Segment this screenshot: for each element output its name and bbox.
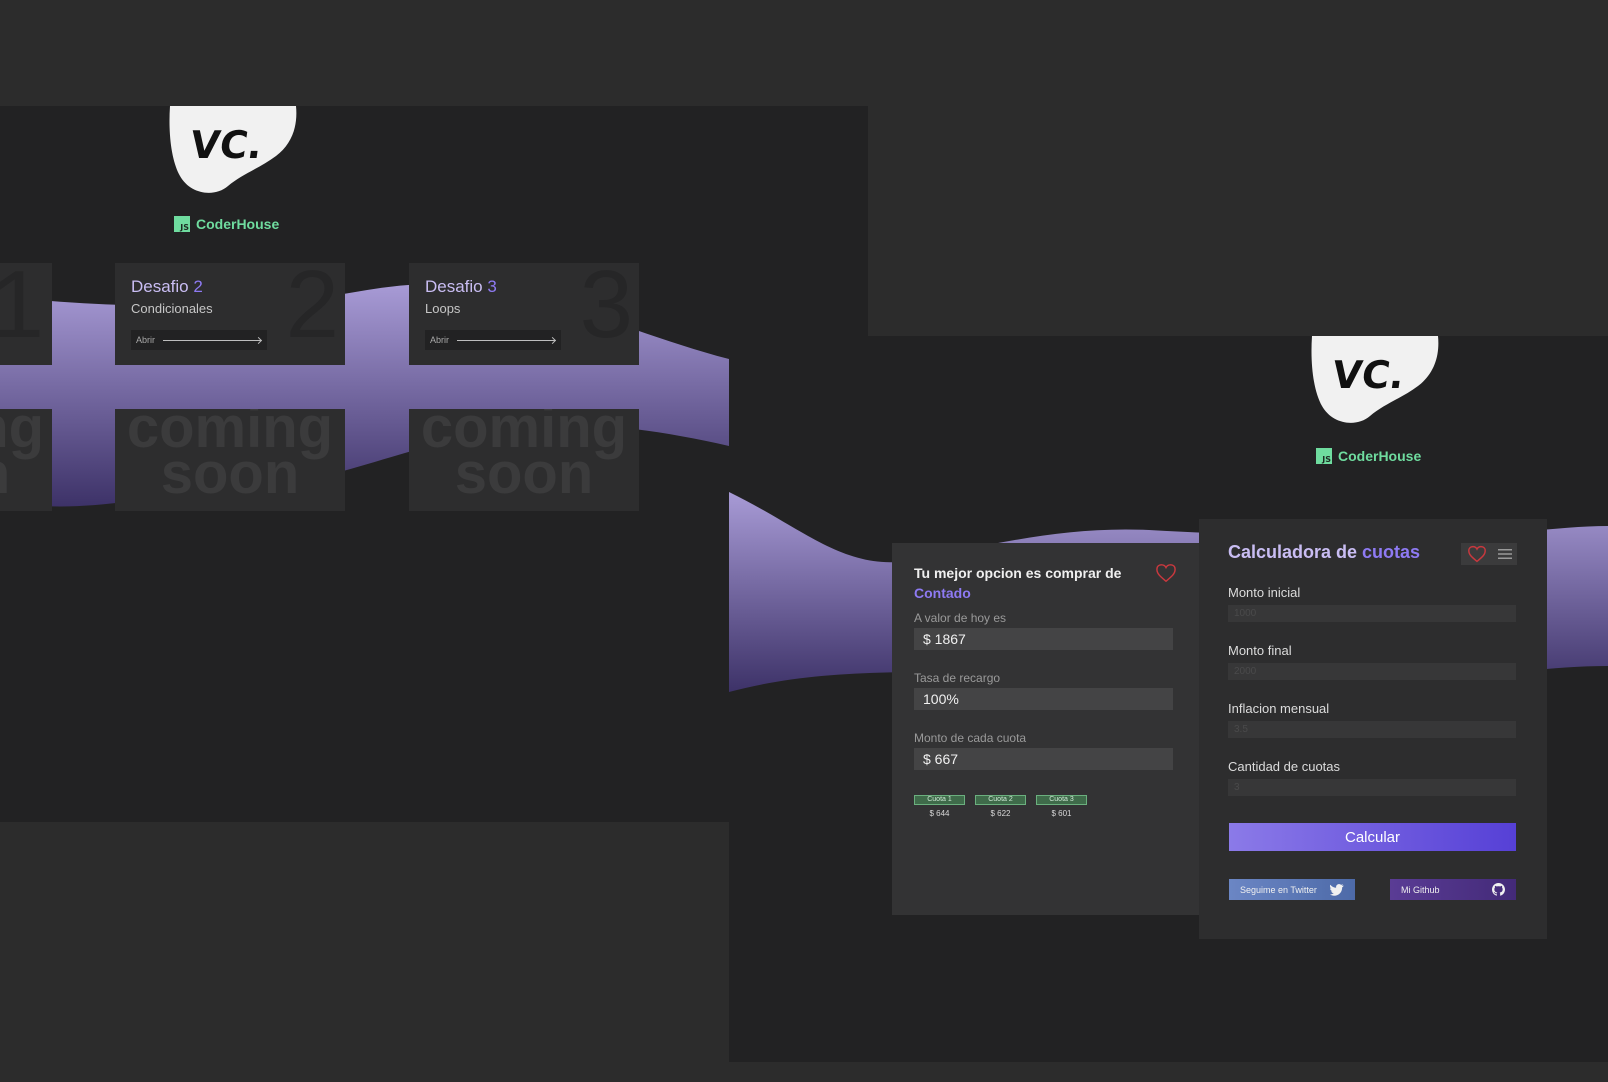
open-button[interactable]: Abrir	[425, 330, 561, 350]
monto-final-label: Monto final	[1228, 643, 1292, 658]
card-number: 1	[0, 263, 44, 358]
heart-icon[interactable]	[1155, 563, 1177, 583]
cuota-field: $ 667	[914, 748, 1173, 770]
monto-final-input[interactable]	[1228, 663, 1516, 680]
desafio-card-3[interactable]: 3 Desafio 3 Loops Abrir	[409, 263, 639, 365]
card-title: Desafio 2	[131, 277, 203, 296]
coming-soon-card: comingsoon	[409, 409, 639, 511]
cuota-item: Cuota 2 $ 622	[975, 795, 1026, 818]
github-icon	[1492, 883, 1505, 896]
monto-inicial-input[interactable]	[1228, 605, 1516, 622]
twitter-button[interactable]: Seguime en Twitter	[1229, 879, 1355, 900]
cuota-label: Monto de cada cuota	[914, 731, 1027, 745]
vc-logo: VC.	[169, 106, 297, 193]
js-icon: JS	[174, 216, 190, 232]
desafio-card-1[interactable]: 1	[0, 263, 52, 365]
js-icon: JS	[1316, 448, 1332, 464]
cuota-item: Cuota 1 $ 644	[914, 795, 965, 818]
calculadora-panel: VC. JS CoderHouse Tu mejor opcion es com…	[729, 336, 1608, 1062]
vc-logo: VC.	[1311, 336, 1439, 423]
coming-soon-card: comingsoon	[0, 409, 52, 511]
inflacion-mensual-input[interactable]	[1228, 721, 1516, 738]
svg-text:VC.: VC.	[187, 124, 265, 168]
arrow-right-icon	[163, 339, 262, 341]
calc-toolbar	[1461, 543, 1517, 565]
card-number: 3	[579, 263, 633, 358]
svg-text:VC.: VC.	[1329, 354, 1407, 398]
github-button[interactable]: Mi Github	[1390, 879, 1516, 900]
calculadora-title: Calculadora de cuotas	[1228, 542, 1421, 562]
coming-soon-card: comingsoon	[115, 409, 345, 511]
open-button[interactable]: Abrir	[131, 330, 267, 350]
valor-label: A valor de hoy es	[914, 611, 1007, 625]
coderhouse-brand: JS CoderHouse	[174, 216, 279, 232]
menu-icon[interactable]	[1497, 548, 1512, 560]
card-number: 2	[285, 263, 339, 358]
brand-name: CoderHouse	[1338, 448, 1422, 464]
brand-name: CoderHouse	[196, 216, 280, 232]
coderhouse-brand: JS CoderHouse	[1316, 448, 1421, 464]
tasa-label: Tasa de recargo	[914, 671, 1001, 685]
desafio-card-2[interactable]: 2 Desafio 2 Condicionales Abrir	[115, 263, 345, 365]
arrow-right-icon	[457, 339, 556, 341]
inflacion-mensual-label: Inflacion mensual	[1228, 701, 1330, 716]
monto-inicial-label: Monto inicial	[1228, 585, 1301, 600]
card-title: Desafio 3	[425, 277, 497, 296]
calculadora-card: Calculadora de cuotas Monto inicial Mont…	[1199, 519, 1547, 939]
twitter-icon	[1330, 883, 1344, 896]
cantidad-cuotas-input[interactable]	[1228, 779, 1516, 796]
cantidad-cuotas-label: Cantidad de cuotas	[1228, 759, 1341, 774]
card-subtitle: Loops	[425, 301, 461, 316]
card-subtitle: Condicionales	[131, 301, 213, 316]
valor-field: $ 1867	[914, 628, 1173, 650]
tasa-field: 100%	[914, 688, 1173, 710]
calcular-button[interactable]: Calcular	[1229, 823, 1516, 851]
heart-icon[interactable]	[1467, 545, 1487, 563]
cuota-item: Cuota 3 $ 601	[1036, 795, 1087, 818]
resultado-heading: Tu mejor opcion es comprar de Contado	[914, 565, 1122, 601]
resultado-card: Tu mejor opcion es comprar de Contado A …	[892, 543, 1202, 915]
